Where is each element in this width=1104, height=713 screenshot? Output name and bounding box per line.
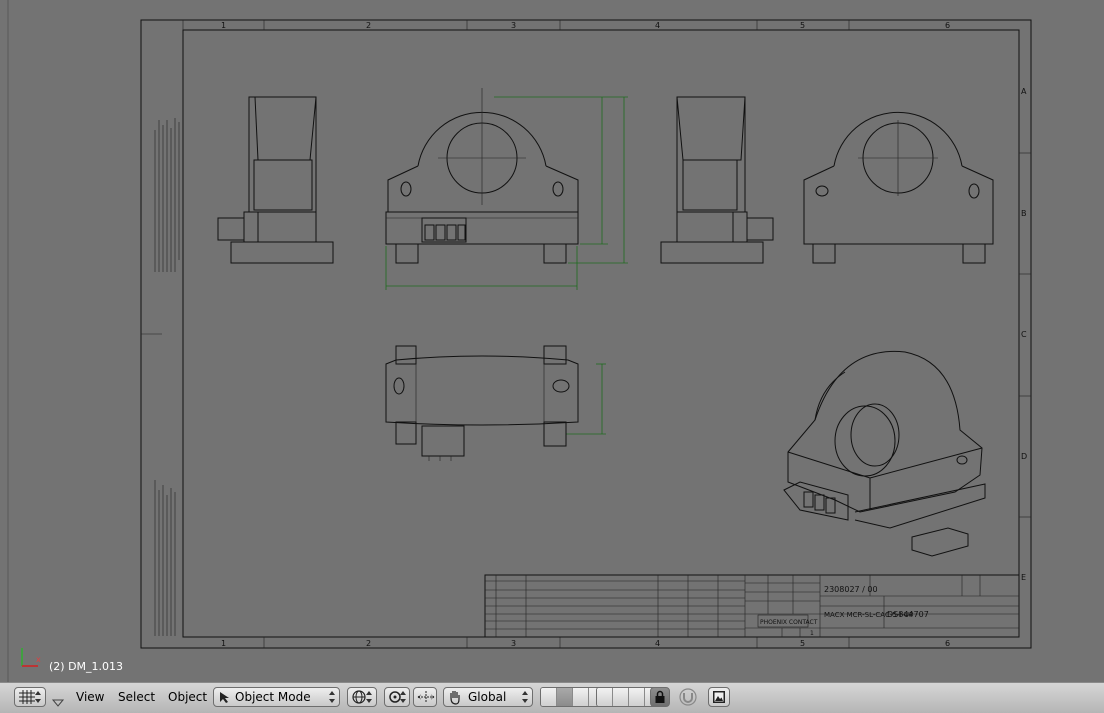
row-label: A	[1021, 87, 1027, 96]
layer-button[interactable]	[541, 688, 557, 706]
sheet-number: 1	[810, 630, 814, 637]
top-view	[385, 345, 579, 461]
drawing-number: 2308027 / 00	[824, 585, 878, 594]
manipulator-toggle[interactable]	[413, 687, 437, 707]
side-view-right	[660, 96, 774, 264]
render-opengl-button[interactable]	[708, 687, 730, 707]
column-label: 4	[655, 21, 660, 30]
viewport-shading-button[interactable]	[347, 687, 377, 707]
object-info-text: (2) DM_1.013	[49, 660, 124, 673]
snap-magnet-icon	[679, 688, 697, 706]
3d-viewport[interactable]: 1 2 3 4 5 6 1 2 3 4 5 6 A B C D E 230802…	[0, 0, 1104, 682]
column-label: 4	[655, 639, 660, 648]
column-label: 6	[945, 21, 950, 30]
menu-view[interactable]: View	[76, 689, 104, 709]
lock-layers-button[interactable]	[650, 687, 670, 707]
drawing-sheet: 1 2 3 4 5 6 1 2 3 4 5 6 A B C D E 230802…	[7, 0, 1032, 682]
row-label: C	[1021, 330, 1027, 339]
layer-button[interactable]	[613, 688, 629, 706]
layer-button[interactable]	[557, 688, 573, 706]
side-view-left	[217, 96, 334, 264]
lock-icon	[655, 690, 665, 703]
collapse-menu-icon[interactable]	[52, 693, 64, 713]
rear-view	[803, 111, 994, 264]
menu-object[interactable]: Object	[168, 689, 207, 709]
column-label: 2	[366, 639, 371, 648]
column-label: 2	[366, 21, 371, 30]
transform-manipulator-icon	[417, 691, 435, 703]
column-labels-bottom: 1 2 3 4 5 6	[221, 639, 950, 648]
column-label: 1	[221, 639, 226, 648]
row-labels: A B C D E	[1021, 87, 1027, 582]
hand-transform-icon	[450, 691, 460, 705]
viewport-header: View Select Object Object Mode Global	[0, 682, 1104, 713]
column-label: 3	[511, 21, 516, 30]
row-label: E	[1021, 573, 1026, 582]
axis-gizmo: x	[21, 648, 41, 667]
transform-orientation-select[interactable]: Global	[443, 687, 533, 707]
object-mode-label: Object Mode	[235, 690, 311, 704]
column-labels-top: 1 2 3 4 5 6	[221, 21, 950, 30]
row-label: B	[1021, 209, 1027, 218]
side-notes	[154, 118, 180, 636]
column-label: 1	[221, 21, 226, 30]
column-label: 5	[800, 21, 805, 30]
svg-text:x: x	[36, 655, 41, 664]
layer-button[interactable]	[573, 688, 589, 706]
column-label: 6	[945, 639, 950, 648]
layer-button[interactable]	[597, 688, 613, 706]
menu-select[interactable]: Select	[118, 689, 155, 709]
snap-toggle[interactable]	[678, 687, 700, 707]
isometric-view	[783, 350, 986, 557]
layer-button[interactable]	[629, 688, 645, 706]
object-mode-select[interactable]: Object Mode	[213, 687, 340, 707]
pivot-point-button[interactable]	[384, 687, 410, 707]
front-view	[385, 88, 579, 264]
front-dimensions	[385, 96, 628, 435]
column-label: 3	[511, 639, 516, 648]
grid-editor-icon	[19, 690, 35, 704]
company-logo: PHOENIX CONTACT	[760, 619, 818, 626]
editor-type-button[interactable]	[14, 687, 46, 707]
globe-shading-icon	[352, 690, 366, 704]
cursor-arrow-icon	[220, 692, 229, 703]
title-block: 2308027 / 00 MACX MCR-SL-CAC-5-I-UP DS84…	[484, 574, 1020, 638]
render-image-icon	[713, 691, 725, 703]
orientation-label: Global	[468, 690, 507, 704]
row-label: D	[1021, 452, 1027, 461]
document-number: DS844707	[887, 610, 929, 619]
column-label: 5	[800, 639, 805, 648]
